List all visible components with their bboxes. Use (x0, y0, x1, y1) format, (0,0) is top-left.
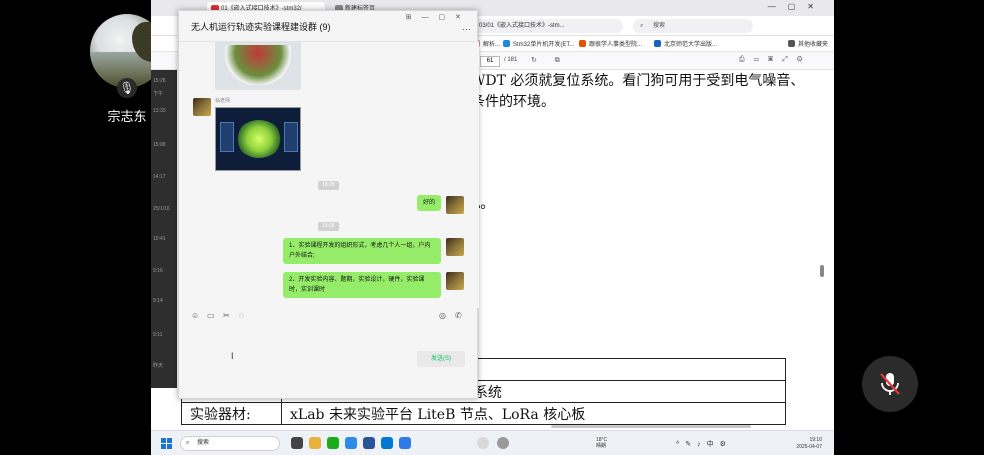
vertical-scrollbar[interactable] (820, 265, 824, 277)
message-bubble[interactable]: 好的 (417, 195, 442, 211)
conv-time: 9:14 (153, 298, 163, 304)
chat-messages: 翁老师 18:28 好的 19:08 1、实验课程开发的组织形式，考虑几个人一组… (179, 41, 479, 308)
emoji-icon[interactable]: ☺ (191, 311, 199, 320)
table-row: 实验器材: xLab 未来实验平台 LiteB 节点、LoRa 核心板 (181, 402, 786, 425)
conv-time: 10:41 (153, 236, 166, 242)
windows-start-icon[interactable] (161, 438, 172, 449)
horizontal-scrollbar[interactable] (551, 425, 751, 428)
wechat-window: 无人机运行轨迹实验课程建设群 (9) ⊞—▢✕ … 翁老师 18:28 好的 1… (178, 10, 479, 399)
image-content (236, 120, 282, 158)
weather-widget[interactable]: 18°C 晴朗 (596, 437, 607, 449)
app-icon[interactable] (399, 437, 411, 449)
status-dot-icon (477, 437, 489, 449)
wechat-sidebar: 15:28 下午 13:33 15:08 14:17 25/1/16 10:41… (151, 70, 177, 388)
word-icon[interactable] (363, 437, 375, 449)
phone-icon[interactable]: ✆ (455, 311, 462, 320)
doc-line: WDT 必须就复位系统。看门狗可用于受到电气噪音、 (471, 73, 805, 89)
url-input[interactable]: 03/01《嵌入式接口技术》-stm... (473, 19, 623, 33)
bookmark-item[interactable]: Stm32单片机开发(ET... (503, 39, 574, 48)
folder-icon[interactable]: ▭ (207, 311, 215, 320)
image-content (220, 122, 234, 152)
chat-title: 无人机运行轨迹实验课程建设群 (9) (191, 22, 331, 32)
table-cell: 实验器材: (181, 402, 282, 425)
mic-icon: 🎙 (117, 78, 137, 98)
avatar[interactable] (193, 98, 211, 116)
mic-muted-icon (880, 373, 900, 395)
conv-time: 昨天 (153, 363, 164, 369)
app-icon[interactable] (381, 437, 393, 449)
doc-line: 条件的环境。 (471, 94, 555, 110)
browser-search[interactable]: ⌕ 搜索 (633, 19, 753, 33)
message-bubble[interactable]: 2、开发实验内容、题期，实验设计，硬件，实验课时，实训课时 (283, 272, 441, 298)
system-tray[interactable]: ^✎♪中⚙ (676, 439, 732, 449)
bookmark-item[interactable]: 其他收藏夹 (788, 39, 828, 48)
browser-window-controls[interactable]: —▢✕ (768, 2, 826, 11)
edge-icon[interactable] (345, 437, 357, 449)
taskview-icon[interactable] (291, 437, 303, 449)
more-icon[interactable]: … (462, 22, 471, 32)
chat-window-controls[interactable]: ⊞—▢✕ (406, 13, 471, 21)
mute-microphone-button[interactable] (862, 356, 918, 412)
conv-time: 14:17 (153, 174, 166, 180)
conv-time: 13:33 (153, 108, 166, 114)
table-cell: xLab 未来实验平台 LiteB 节点、LoRa 核心板 (281, 402, 786, 425)
conv-time: 25/1/16 (153, 206, 170, 212)
bookmark-item[interactable]: 北京师范大学出版... (654, 39, 717, 48)
video-icon[interactable]: ◎ (439, 311, 446, 320)
conv-time: 下午 (153, 91, 164, 97)
avatar[interactable] (446, 238, 464, 256)
conv-time: 15:28 (153, 78, 166, 84)
timestamp: 19:08 (318, 222, 339, 231)
taskbar-search-placeholder: 搜索 (197, 440, 210, 446)
weather-desc: 晴朗 (596, 443, 607, 449)
participant-name: 宗志东 (107, 109, 147, 124)
file-explorer-icon[interactable] (309, 437, 321, 449)
wechat-icon[interactable] (327, 437, 339, 449)
send-button[interactable]: 发送(S) (417, 351, 465, 367)
avatar[interactable] (446, 196, 464, 214)
clock-time: 19:10 (809, 437, 822, 443)
page-total: / 181 (504, 57, 518, 63)
conv-time: 15:08 (153, 142, 166, 148)
status-dot-icon (497, 437, 509, 449)
image-content (225, 45, 291, 85)
search-icon: ⌕ (186, 440, 190, 446)
chat-toolbar: ☺ ▭ ✂ ◌ ◎ ✆ (179, 308, 479, 326)
message-input[interactable]: I 发送(S) (179, 326, 479, 374)
scissors-icon[interactable]: ✂ (223, 311, 230, 320)
text-cursor-icon: I (231, 351, 234, 361)
screen-root: 🎙 宗志东 01《嵌入式接口技术》-stm32( 新建标签页 —▢✕ 03/01… (0, 0, 984, 455)
chat-image[interactable] (215, 107, 301, 171)
page-number-input[interactable]: 61 (480, 56, 500, 67)
input-method-label: 中 (706, 441, 720, 448)
message-bubble[interactable]: 1、实验课程开发的组织形式，考虑几个人一组，户内户外结合; (283, 238, 441, 264)
timestamp: 18:28 (318, 181, 339, 190)
shared-screen: 01《嵌入式接口技术》-stm32( 新建标签页 —▢✕ 03/01《嵌入式接口… (151, 0, 834, 455)
image-content (284, 122, 298, 152)
sender-name: 翁老师 (215, 98, 231, 104)
taskbar-search[interactable]: ⌕ 搜索 (180, 436, 280, 451)
search-icon: ⌕ (640, 23, 644, 29)
search-placeholder: 搜索 (653, 23, 666, 29)
pdf-tools[interactable]: ↻ ⧉ (531, 56, 568, 65)
bookmark-item[interactable]: 跟很学人事类型院... (579, 39, 642, 48)
clock-date: 2025-04-07 (796, 444, 822, 450)
pdf-tools-right[interactable]: ⎙▭▣⤢⚙ (739, 56, 812, 64)
conv-time: 9:16 (153, 268, 163, 274)
taskbar-clock[interactable]: 19:10 2025-04-07 (796, 437, 822, 451)
chat-bubble-icon[interactable]: ◌ (239, 311, 244, 320)
conv-time: 9:11 (153, 332, 163, 338)
chat-image[interactable] (215, 42, 301, 90)
avatar[interactable] (446, 272, 464, 290)
taskbar: ⌕ 搜索 18°C 晴朗 ^✎♪中⚙ 19:10 2025-04-07 (151, 430, 834, 455)
